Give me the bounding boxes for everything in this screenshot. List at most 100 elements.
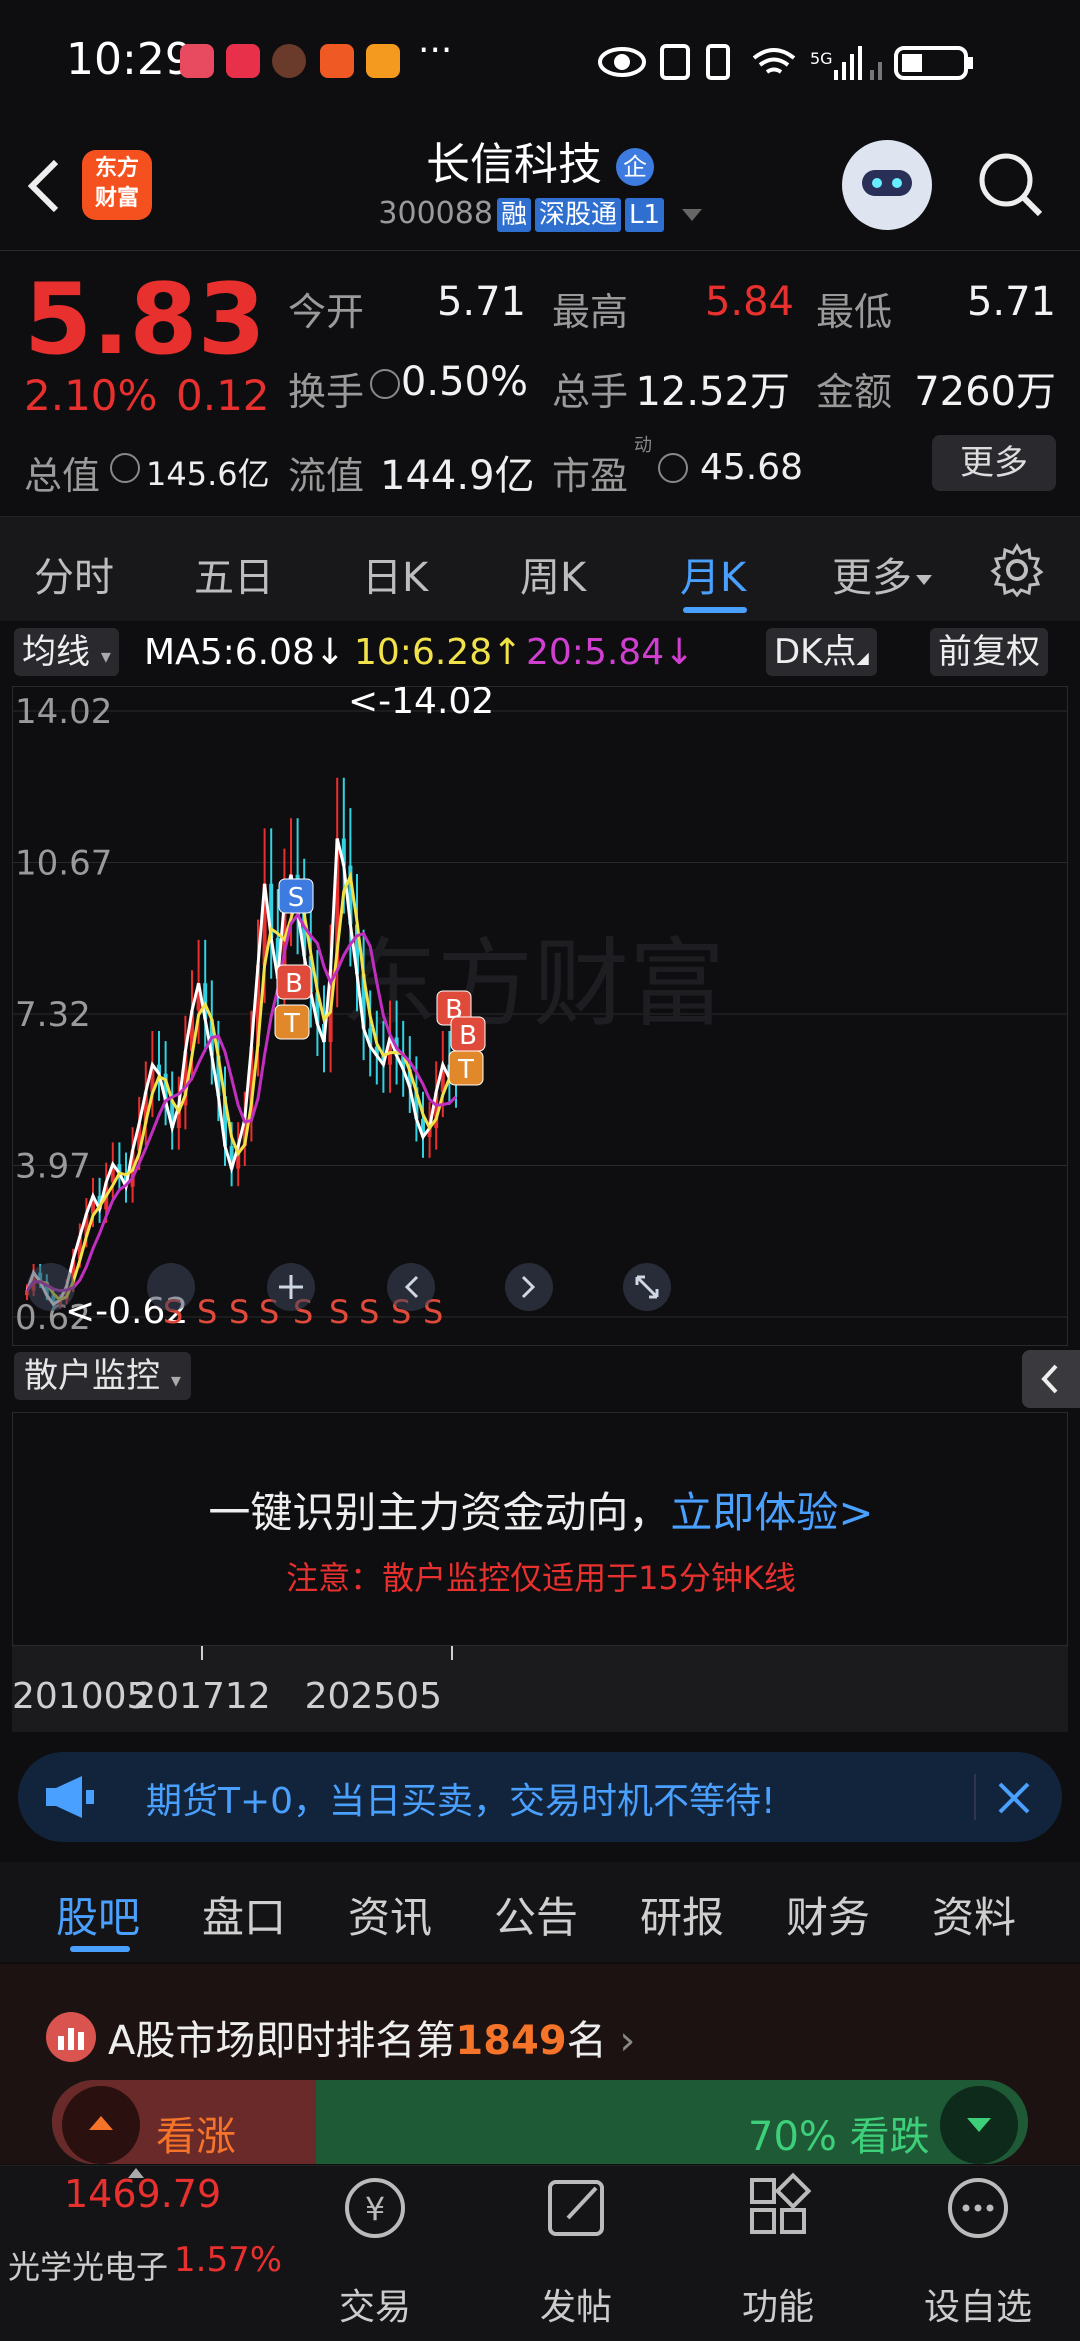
tab-order-book[interactable]: 盘口 bbox=[202, 1884, 286, 1945]
vote-up-button[interactable] bbox=[62, 2086, 140, 2164]
tab-monthly-k[interactable]: 月K bbox=[680, 545, 746, 603]
nav-add-watchlist[interactable]: 设自选 bbox=[878, 2166, 1078, 2328]
y-tick-label: 7.32 bbox=[15, 995, 91, 1035]
tab-more[interactable]: 更多 bbox=[832, 545, 932, 603]
caret-up-icon bbox=[128, 2168, 144, 2178]
chevron-right-icon: › bbox=[606, 2018, 636, 2064]
try-now-link[interactable]: 立即体验> bbox=[670, 1488, 873, 1537]
ma-selector[interactable]: 均线 ▾ bbox=[14, 628, 119, 676]
kline-chart-svg: 14.0210.677.323.970.62东方财富<-14.02<-0.62S… bbox=[13, 681, 1067, 1338]
turnover-info-icon[interactable] bbox=[370, 369, 400, 399]
market-cap-label: 总值 bbox=[24, 454, 101, 498]
robot-assistant-icon[interactable] bbox=[842, 140, 932, 230]
dropdown-icon bbox=[681, 208, 702, 221]
margin-tag: 融 bbox=[496, 198, 531, 232]
y-tick-label: 3.97 bbox=[15, 1147, 91, 1187]
low-label: 最低 bbox=[816, 290, 893, 334]
turnover-value: 0.50% bbox=[400, 359, 528, 405]
sector-index-widget[interactable]: 1469.79 光学光电子 1.57% bbox=[0, 2166, 290, 2341]
kline-chart[interactable]: 14.02 10.67 7.32 3.97 0.62 东方财富 <-14.02 <-0.62 S… bbox=[12, 681, 1068, 1346]
zoom-out-button[interactable] bbox=[27, 1263, 75, 1311]
ma-selector-label: 均线 bbox=[22, 632, 90, 672]
pe-label: 市盈 bbox=[552, 454, 629, 498]
signal-badge-label: B bbox=[285, 969, 303, 999]
open-label: 今开 bbox=[288, 290, 365, 334]
stock-name: 长信科技 bbox=[426, 139, 602, 190]
ranking-number: 1849 bbox=[455, 2018, 567, 2064]
ranking-text[interactable]: A股市场即时排名第1849名 › bbox=[108, 2008, 635, 2066]
tab-intraday[interactable]: 分时 bbox=[34, 545, 114, 603]
game-notification-icon bbox=[366, 44, 400, 78]
date-axis: 201005 201712 202505 bbox=[12, 1646, 1068, 1732]
sell-signal-marker: S bbox=[197, 1293, 217, 1331]
signal-badge-label: S bbox=[288, 883, 305, 913]
futures-banner[interactable]: 期货T+0，当日买卖，交易时机不等待! bbox=[18, 1752, 1062, 1842]
search-icon[interactable] bbox=[976, 150, 1046, 220]
ma10-readout: 10:6.28↑ bbox=[354, 632, 523, 673]
chart-toolbar: 均线 ▾ MA5:6.08↓ 10:6.28↑ 20:5.84↓ DK点◢ 前复… bbox=[0, 622, 1080, 686]
sector-index-value: 1469.79 bbox=[64, 2172, 222, 2216]
market-cap-info-icon[interactable] bbox=[110, 453, 140, 483]
tab-news[interactable]: 资讯 bbox=[348, 1884, 432, 1945]
compose-icon bbox=[548, 2180, 604, 2236]
tab-guba[interactable]: 股吧 bbox=[56, 1884, 140, 1945]
sell-signal-marker: S bbox=[229, 1293, 249, 1331]
more-notifications-icon: ··· bbox=[418, 30, 453, 71]
banner-divider bbox=[974, 1774, 976, 1820]
more-quote-button[interactable]: 更多 bbox=[932, 435, 1056, 491]
huawei-mall-icon bbox=[226, 44, 260, 78]
retail-monitor-label: 散户监控 bbox=[24, 1356, 160, 1396]
nav-functions[interactable]: 功能 bbox=[678, 2166, 878, 2328]
headline-text: 一键识别主力资金动向， bbox=[208, 1488, 671, 1537]
sell-signal-marker: S bbox=[359, 1293, 379, 1331]
collapse-panel-button[interactable] bbox=[1022, 1350, 1080, 1408]
ranking-prefix: A股市场即时排名第 bbox=[108, 2018, 456, 2064]
quote-panel: 5.83 2.10% 0.12 今开 5.71 最高 5.84 最低 5.71 … bbox=[0, 250, 1080, 516]
ma5-readout: MA5:6.08↓ bbox=[144, 632, 346, 673]
nav-trade-label: 交易 bbox=[338, 2287, 411, 2328]
arrow-up-icon bbox=[89, 2116, 113, 2130]
vote-down-button[interactable] bbox=[940, 2086, 1018, 2164]
pan-start-button[interactable] bbox=[147, 1263, 195, 1311]
pe-dynamic-sup: 动 bbox=[634, 435, 652, 456]
price-adjust-button[interactable]: 前复权 bbox=[930, 628, 1048, 676]
megaphone-icon bbox=[46, 1776, 94, 1818]
x-tick-label: 201712 bbox=[133, 1676, 270, 1717]
tab-weekly-k[interactable]: 周K bbox=[520, 545, 586, 603]
trade-yen-icon: ¥ bbox=[345, 2178, 405, 2238]
signal-badge-label: B bbox=[459, 1021, 477, 1051]
scroll-right-button[interactable] bbox=[505, 1263, 553, 1311]
arrow-down-icon bbox=[967, 2118, 991, 2132]
close-icon[interactable] bbox=[994, 1778, 1034, 1818]
pe-info-icon[interactable] bbox=[658, 453, 688, 483]
app-notification-icon bbox=[180, 44, 214, 78]
vote-down-label: 70% 看跌 bbox=[748, 2114, 930, 2160]
sector-index-change: 1.57% bbox=[174, 2240, 283, 2280]
tab-profile[interactable]: 资料 bbox=[932, 1884, 1016, 1945]
change-amount: 0.12 bbox=[176, 371, 270, 420]
chevron-left-icon bbox=[1041, 1364, 1058, 1394]
retail-monitor-headline: 一键识别主力资金动向，立即体验> bbox=[13, 1479, 1069, 1540]
tab-daily-k[interactable]: 日K bbox=[362, 545, 428, 603]
retail-monitor-selector[interactable]: 散户监控 ▾ bbox=[14, 1352, 191, 1400]
tab-research[interactable]: 研报 bbox=[640, 1884, 724, 1945]
nav-trade[interactable]: ¥ 交易 bbox=[275, 2166, 475, 2328]
stock-code: 300088 bbox=[378, 196, 493, 231]
tab-announcements[interactable]: 公告 bbox=[494, 1884, 578, 1945]
tab-finance[interactable]: 财务 bbox=[786, 1884, 870, 1945]
nav-functions-label: 功能 bbox=[741, 2287, 814, 2328]
svg-text:¥: ¥ bbox=[365, 2190, 385, 2228]
sector-index-name: 光学光电子 bbox=[8, 2248, 169, 2286]
nav-post[interactable]: 发帖 bbox=[476, 2166, 676, 2328]
settings-gear-icon[interactable] bbox=[990, 543, 1044, 597]
float-cap-label: 流值 bbox=[288, 454, 365, 498]
ranking-chart-icon bbox=[46, 2012, 96, 2062]
scroll-left-button[interactable] bbox=[387, 1263, 435, 1311]
ranking-suffix: 名 bbox=[566, 2018, 607, 2064]
caret-down-icon: ▾ bbox=[170, 1368, 181, 1392]
tab-five-day[interactable]: 五日 bbox=[194, 545, 274, 603]
retail-monitor-content: 一键识别主力资金动向，立即体验> 注意：散户监控仅适用于15分钟K线 bbox=[12, 1412, 1068, 1646]
signal-badge-label: T bbox=[283, 1009, 300, 1039]
content-tabs: 股吧 盘口 资讯 公告 研报 财务 资料 bbox=[0, 1862, 1080, 1962]
dk-point-button[interactable]: DK点◢ bbox=[766, 628, 877, 676]
